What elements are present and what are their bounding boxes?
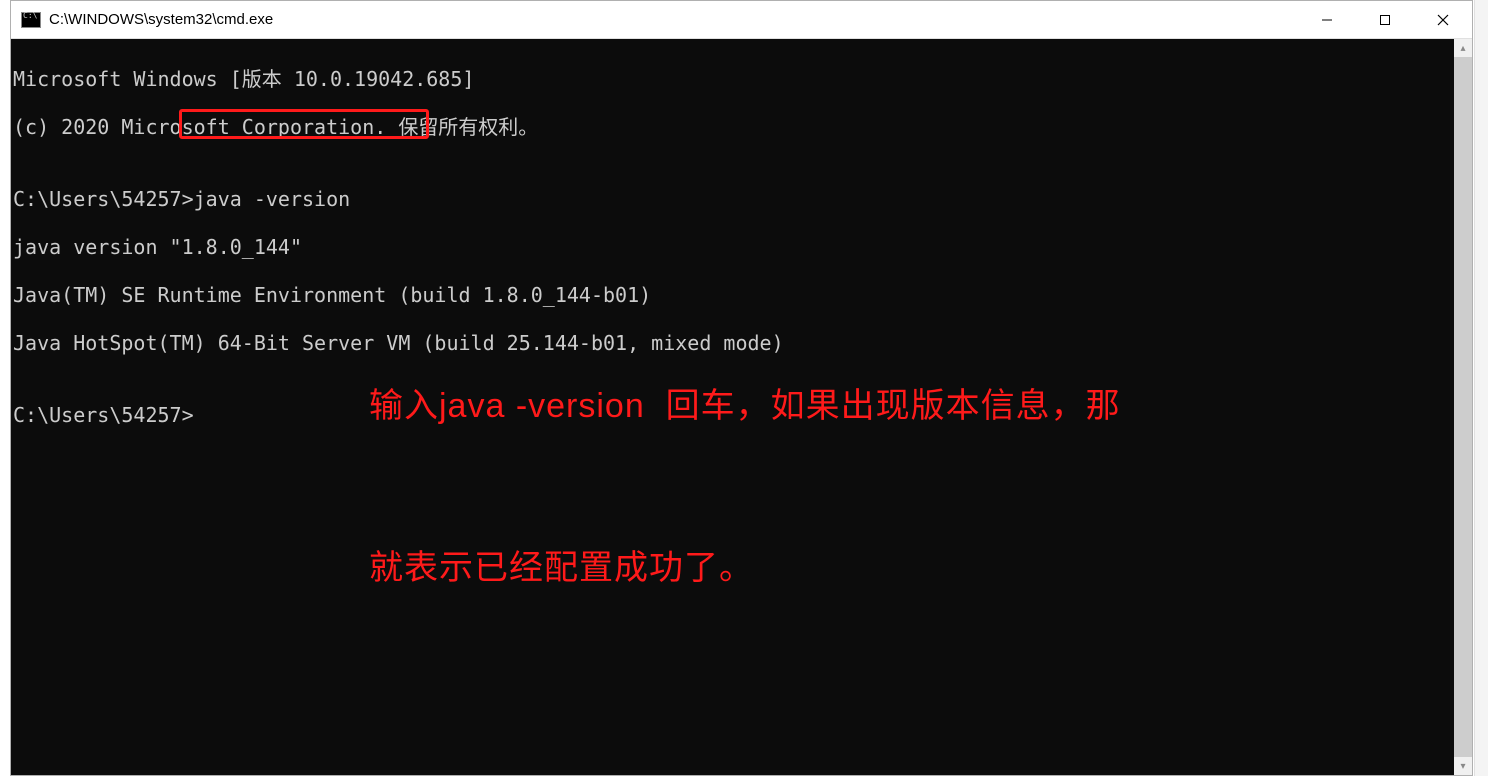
prompt: C:\Users\54257> <box>13 187 194 211</box>
terminal-line: Microsoft Windows [版本 10.0.19042.685] <box>13 67 1454 91</box>
maximize-button[interactable] <box>1356 1 1414 38</box>
terminal-area[interactable]: Microsoft Windows [版本 10.0.19042.685] (c… <box>11 39 1472 775</box>
terminal-scrollbar[interactable]: ▴ ▾ <box>1454 39 1472 775</box>
annotation-line: 输入java -version 回车，如果出现版本信息，那 <box>369 379 1121 433</box>
terminal-line: (c) 2020 Microsoft Corporation. 保留所有权利。 <box>13 115 1454 139</box>
maximize-icon <box>1379 14 1391 26</box>
titlebar[interactable]: C:\WINDOWS\system32\cmd.exe <box>11 1 1472 39</box>
window-title: C:\WINDOWS\system32\cmd.exe <box>49 11 1298 28</box>
terminal-line: C:\Users\54257>java -version <box>13 187 1454 211</box>
minimize-icon <box>1321 14 1333 26</box>
window-controls <box>1298 1 1472 38</box>
minimize-button[interactable] <box>1298 1 1356 38</box>
command-text: java -version <box>194 187 351 211</box>
cmd-icon <box>21 12 41 28</box>
scroll-up-icon[interactable]: ▴ <box>1454 39 1472 57</box>
annotation-line: 就表示已经配置成功了。 <box>369 541 1121 595</box>
background-right-strip <box>1474 0 1488 776</box>
cmd-window: C:\WINDOWS\system32\cmd.exe Microsoft Wi… <box>10 0 1473 776</box>
terminal-line: java version "1.8.0_144" <box>13 235 1454 259</box>
close-icon <box>1437 14 1449 26</box>
close-button[interactable] <box>1414 1 1472 38</box>
annotation-text: 输入java -version 回车，如果出现版本信息，那 就表示已经配置成功了… <box>369 271 1121 703</box>
scroll-down-icon[interactable]: ▾ <box>1454 757 1472 775</box>
scrollbar-thumb[interactable] <box>1454 57 1472 757</box>
